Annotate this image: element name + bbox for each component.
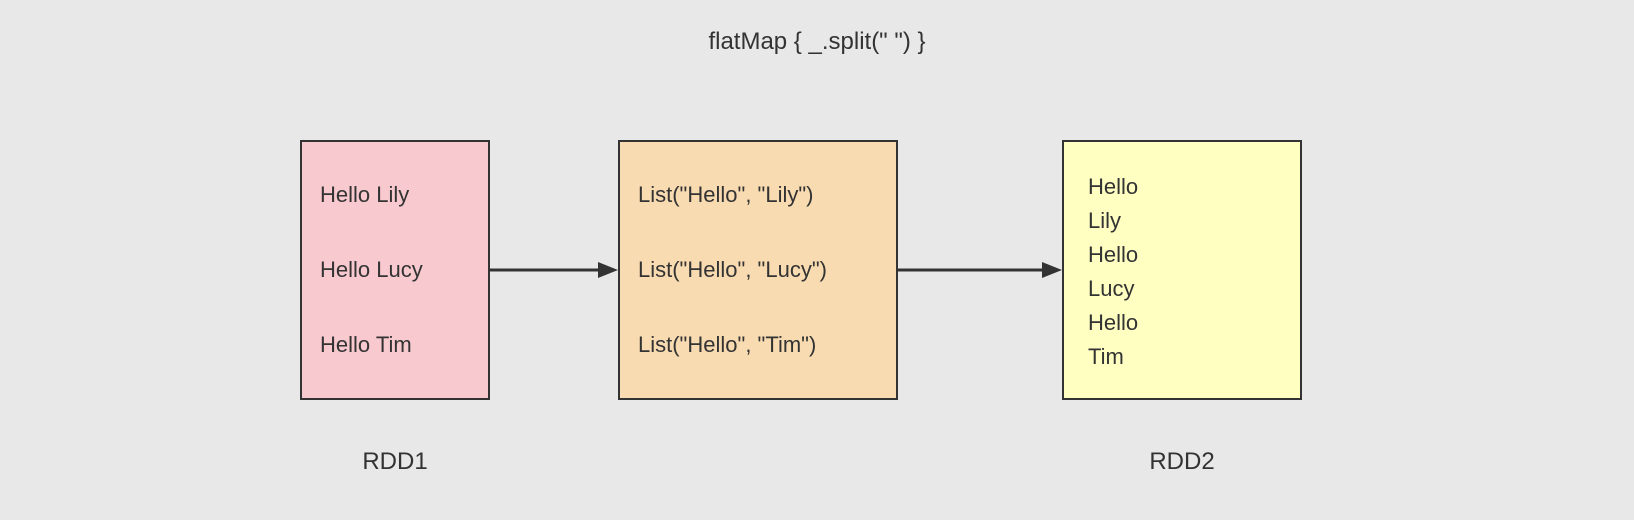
rdd2-box: Hello Lily Hello Lucy Hello Tim [1062, 140, 1302, 400]
rdd2-item: Hello [1088, 170, 1276, 204]
rdd1-box: Hello Lily Hello Lucy Hello Tim [300, 140, 490, 400]
rdd2-item: Hello [1088, 306, 1276, 340]
rdd2-item: Tim [1088, 340, 1276, 374]
rdd2-item: Hello [1088, 238, 1276, 272]
intermediate-item: List("Hello", "Lily") [638, 182, 878, 208]
arrow-icon [490, 260, 618, 280]
rdd2-item: Lily [1088, 204, 1276, 238]
diagram-title: flatMap { _.split(" ") } [0, 28, 1634, 56]
intermediate-item: List("Hello", "Tim") [638, 332, 878, 358]
rdd1-item: Hello Lily [320, 182, 470, 208]
rdd2-label: RDD2 [1062, 448, 1302, 476]
intermediate-box: List("Hello", "Lily") List("Hello", "Luc… [618, 140, 898, 400]
intermediate-item: List("Hello", "Lucy") [638, 257, 878, 283]
rdd1-label: RDD1 [300, 448, 490, 476]
arrow-icon [898, 260, 1062, 280]
rdd1-item: Hello Tim [320, 332, 470, 358]
rdd1-item: Hello Lucy [320, 257, 470, 283]
rdd2-item: Lucy [1088, 272, 1276, 306]
